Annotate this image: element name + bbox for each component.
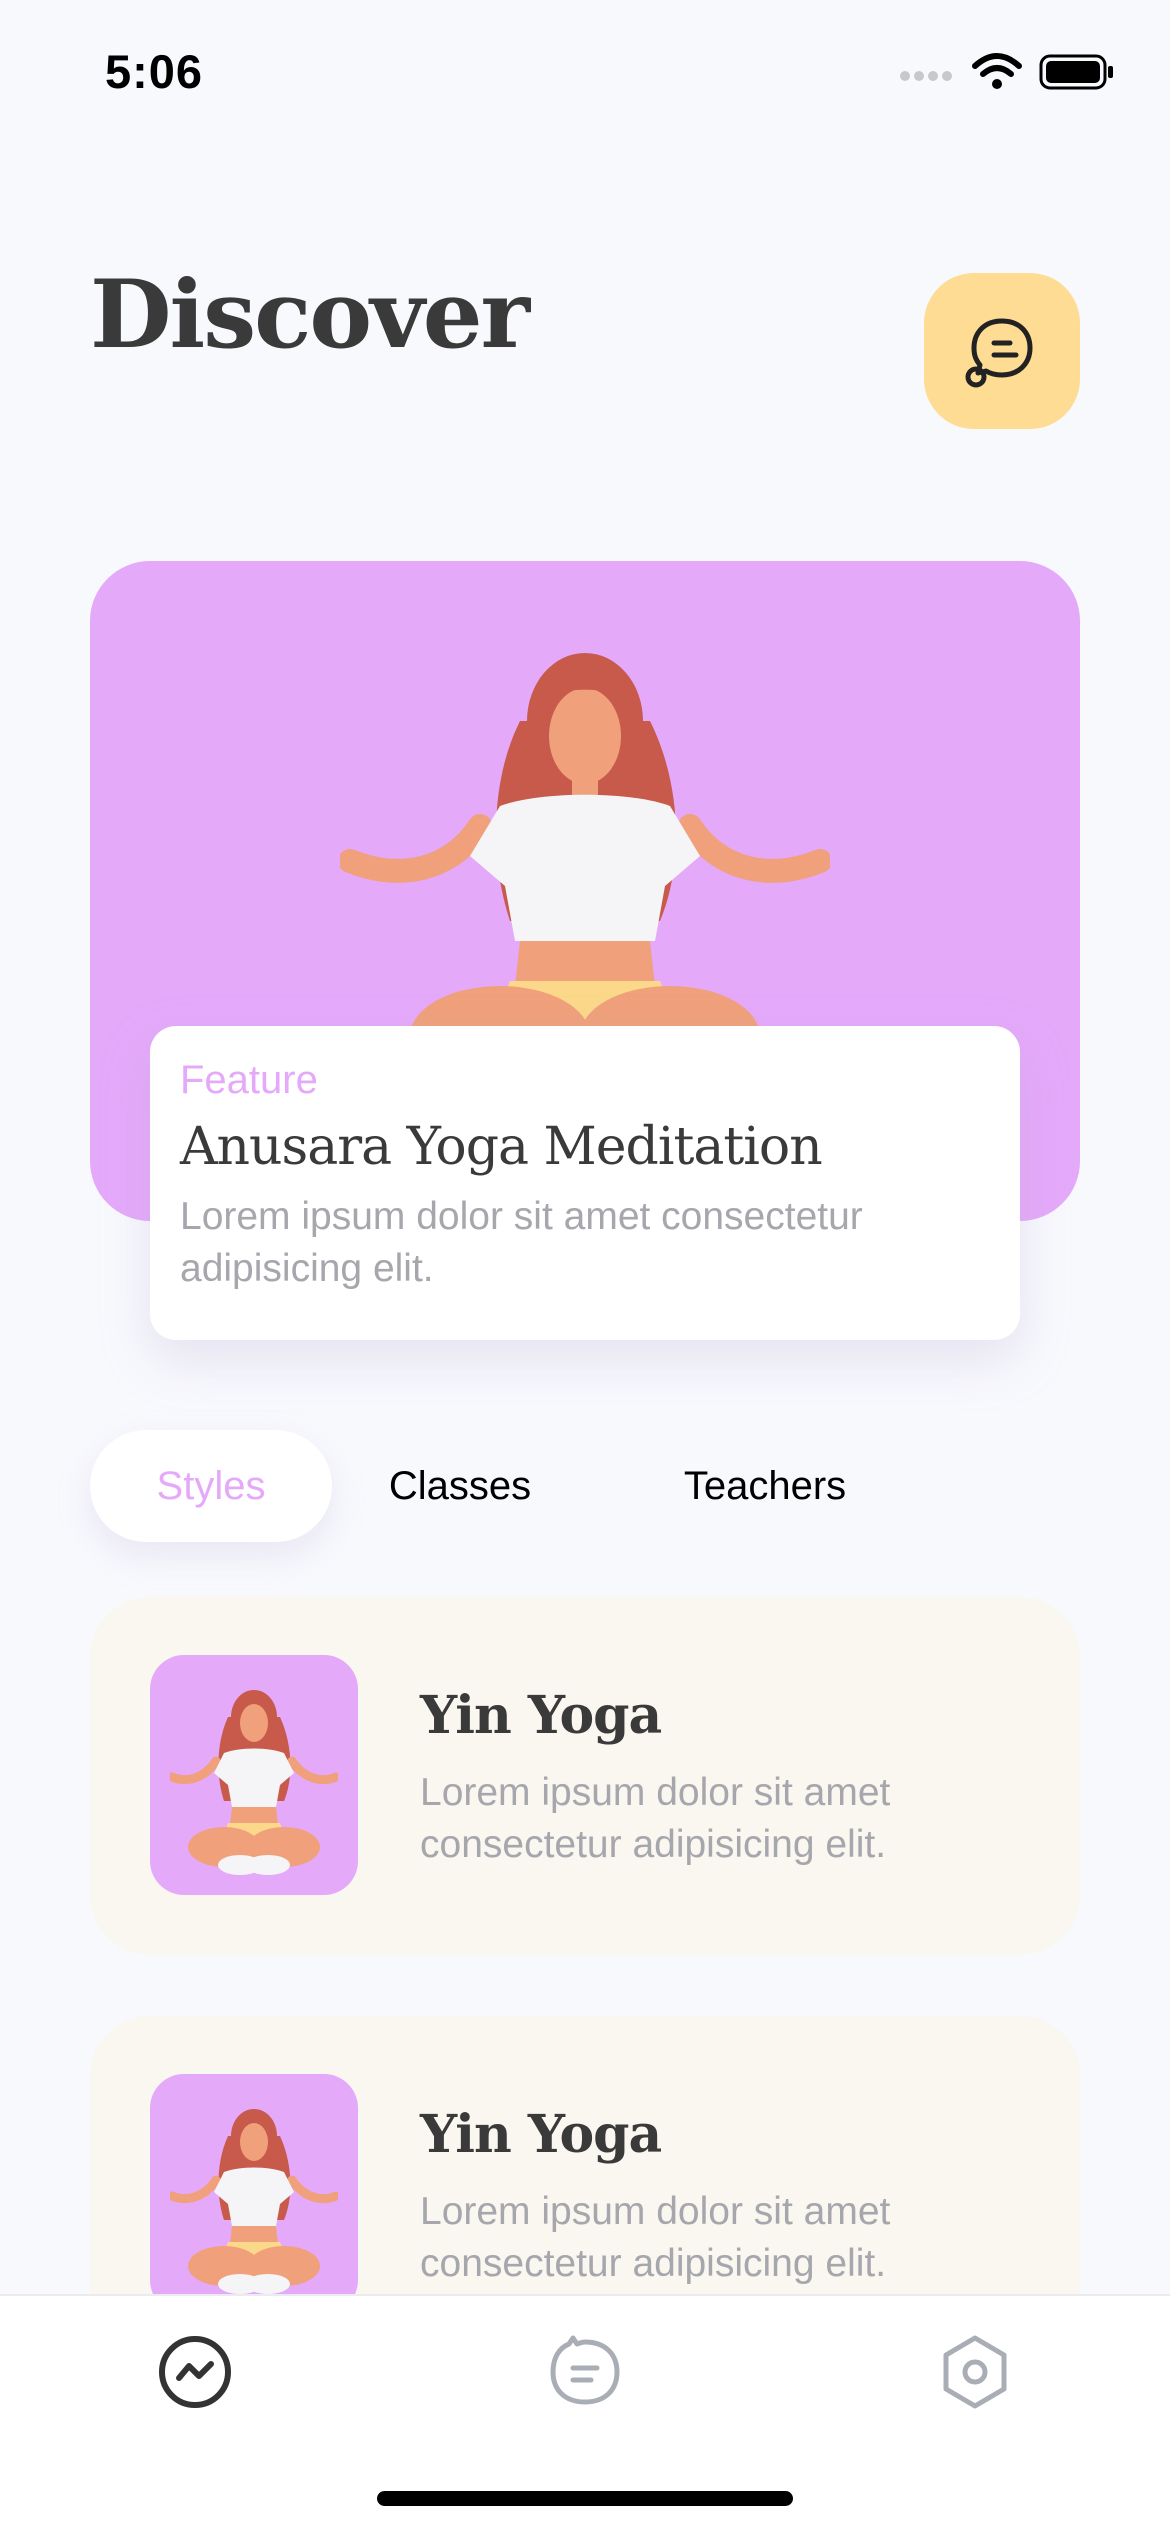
feature-title: Anusara Yoga Meditation — [180, 1117, 823, 1177]
category-tabs: Styles Classes Teachers — [90, 1430, 1080, 1542]
wifi-icon — [972, 53, 1022, 89]
home-indicator — [377, 2491, 793, 2506]
chat-icon — [550, 2335, 620, 2405]
tab-settings[interactable] — [935, 2332, 1015, 2412]
style-title: Yin Yoga — [420, 2104, 662, 2165]
style-card[interactable]: Yin Yoga Lorem ipsum dolor sit amet cons… — [90, 1597, 1080, 1955]
chat-button[interactable] — [924, 273, 1080, 429]
battery-icon — [1039, 54, 1113, 90]
status-icons — [899, 52, 1115, 92]
style-thumbnail — [150, 1655, 358, 1895]
settings-icon — [943, 2335, 1007, 2409]
chat-bubble-icon — [965, 318, 1033, 388]
status-time: 5:06 — [105, 45, 204, 98]
style-title: Yin Yoga — [420, 1685, 662, 1746]
style-description: Lorem ipsum dolor sit amet consectetur a… — [420, 2190, 891, 2285]
yoga-meditation-illustration — [170, 1690, 338, 1875]
style-thumbnail — [150, 2074, 358, 2314]
tab-teachers[interactable]: Teachers — [650, 1430, 880, 1542]
yoga-meditation-illustration — [170, 2109, 338, 2294]
feature-tag: Feature — [180, 1058, 318, 1102]
tab-messages[interactable] — [545, 2332, 625, 2412]
activity-icon — [159, 2336, 231, 2408]
featured-info-card[interactable]: Feature Anusara Yoga Meditation Lorem ip… — [150, 1026, 1020, 1340]
tab-styles[interactable]: Styles — [90, 1430, 332, 1542]
style-description: Lorem ipsum dolor sit amet consectetur a… — [420, 1771, 891, 1866]
feature-description: Lorem ipsum dolor sit amet consectetur a… — [180, 1195, 863, 1290]
page-title: Discover — [90, 260, 530, 370]
signal-icon — [900, 71, 952, 81]
tab-home[interactable] — [155, 2332, 235, 2412]
status-bar: 5:06 — [0, 0, 1170, 150]
tab-classes[interactable]: Classes — [360, 1430, 560, 1542]
